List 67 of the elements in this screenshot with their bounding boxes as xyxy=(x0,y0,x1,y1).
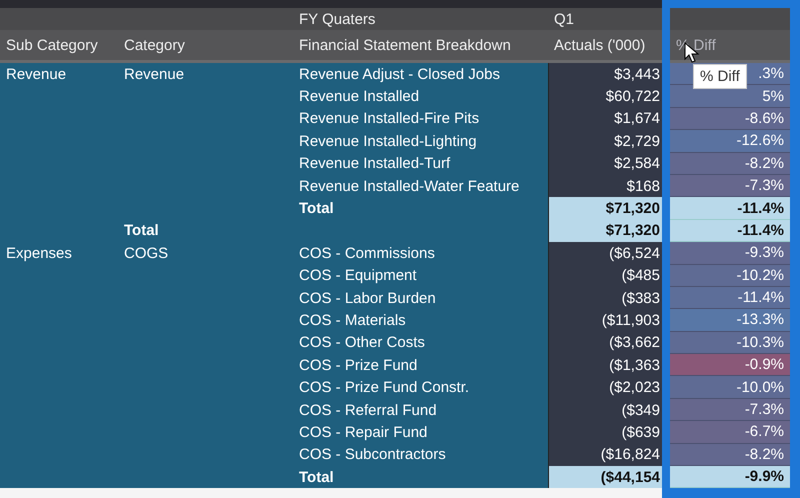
table-cell-text: COS - Subcontractors xyxy=(298,445,447,466)
table-cell: -11.4% xyxy=(670,220,790,242)
table-cell-text: Total xyxy=(123,221,160,242)
table-cell: $71,320 xyxy=(548,220,662,242)
table-cell: -9.9% xyxy=(670,466,790,488)
table-cell: ($485 xyxy=(548,264,662,287)
table-cell: -7.3% xyxy=(670,398,790,422)
table-cell-text: COS - Commissions xyxy=(298,244,436,264)
table-cell: -9.3% xyxy=(670,242,790,265)
table-cell-text: Expenses xyxy=(5,244,73,264)
table-cell: ($6,524 xyxy=(548,242,662,265)
table-cell: $1,674 xyxy=(548,108,662,130)
period-header: Q1 xyxy=(553,10,576,30)
column-header: Financial Statement Breakdown xyxy=(298,36,512,56)
table-cell: $2,729 xyxy=(548,130,662,153)
column-header: Actuals ('000) xyxy=(553,36,646,56)
table-cell: ($11,903 xyxy=(548,309,662,332)
table-cell-text: COGS xyxy=(123,244,170,264)
table-cell: -11.4% xyxy=(670,286,790,310)
table-cell: -7.3% xyxy=(670,174,790,198)
table-cell: -8.2% xyxy=(670,444,790,466)
table-cell: $3,443 xyxy=(548,63,662,86)
table-cell-text: COS - Materials xyxy=(298,310,407,331)
table-cell: ($349 xyxy=(548,398,662,422)
table-cell: -8.2% xyxy=(670,152,790,175)
table-cell: $60,722 xyxy=(548,85,662,108)
table-cell: 5% xyxy=(670,85,790,108)
table-cell: ($1,363 xyxy=(548,354,662,376)
column-header: Category xyxy=(123,36,186,56)
table-cell: ($16,824 xyxy=(548,444,662,466)
table-cell-text: COS - Other Costs xyxy=(298,333,426,354)
column-group-header: FY Quaters xyxy=(298,10,376,30)
table-cell: -0.9% xyxy=(670,354,790,376)
table-cell-text: Total xyxy=(298,199,335,220)
table-cell: $2,584 xyxy=(548,152,662,175)
table-cell: -10.2% xyxy=(670,264,790,287)
table-cell: -12.6% xyxy=(670,130,790,153)
table-cell-text: Revenue xyxy=(123,64,186,85)
table-cell-text: COS - Equipment xyxy=(298,266,418,286)
table-cell: -11.4% xyxy=(670,197,790,220)
table-cell: -6.7% xyxy=(670,421,790,444)
table-cell-text: COS - Repair Fund xyxy=(298,422,428,443)
table-cell-text: Revenue xyxy=(5,64,68,85)
table-cell: $168 xyxy=(548,174,662,198)
table-cell-text: Revenue Adjust - Closed Jobs xyxy=(298,64,501,85)
table-cell-text: Revenue Installed-Turf xyxy=(298,154,452,174)
table-cell-text: Revenue Installed-Fire Pits xyxy=(298,109,480,130)
table-cell-text: COS - Referral Fund xyxy=(298,400,438,421)
table-cell: -10.3% xyxy=(670,332,790,354)
table-cell-text: Revenue Installed-Lighting xyxy=(298,132,478,152)
table-cell: -13.3% xyxy=(670,309,790,332)
table-cell: ($383 xyxy=(548,286,662,310)
table-cell: ($44,154 xyxy=(548,466,662,488)
table-cell-text: Revenue Installed xyxy=(298,87,420,108)
table-cell-text: COS - Prize Fund xyxy=(298,356,418,376)
table-cell-text: Total xyxy=(298,468,335,488)
table-cell-text: Revenue Installed-Water Feature xyxy=(298,176,520,197)
table-cell-text: COS - Labor Burden xyxy=(298,288,437,309)
table-cell: ($2,023 xyxy=(548,376,662,399)
tooltip: % Diff xyxy=(693,64,747,89)
table-cell: -8.6% xyxy=(670,108,790,130)
table-cell: ($3,662 xyxy=(548,332,662,354)
table-cell-text: COS - Prize Fund Constr. xyxy=(298,378,470,398)
column-header: Sub Category xyxy=(5,36,99,56)
table-cell: -10.0% xyxy=(670,376,790,399)
table-cell: $71,320 xyxy=(548,197,662,220)
table-cell: ($639 xyxy=(548,421,662,444)
